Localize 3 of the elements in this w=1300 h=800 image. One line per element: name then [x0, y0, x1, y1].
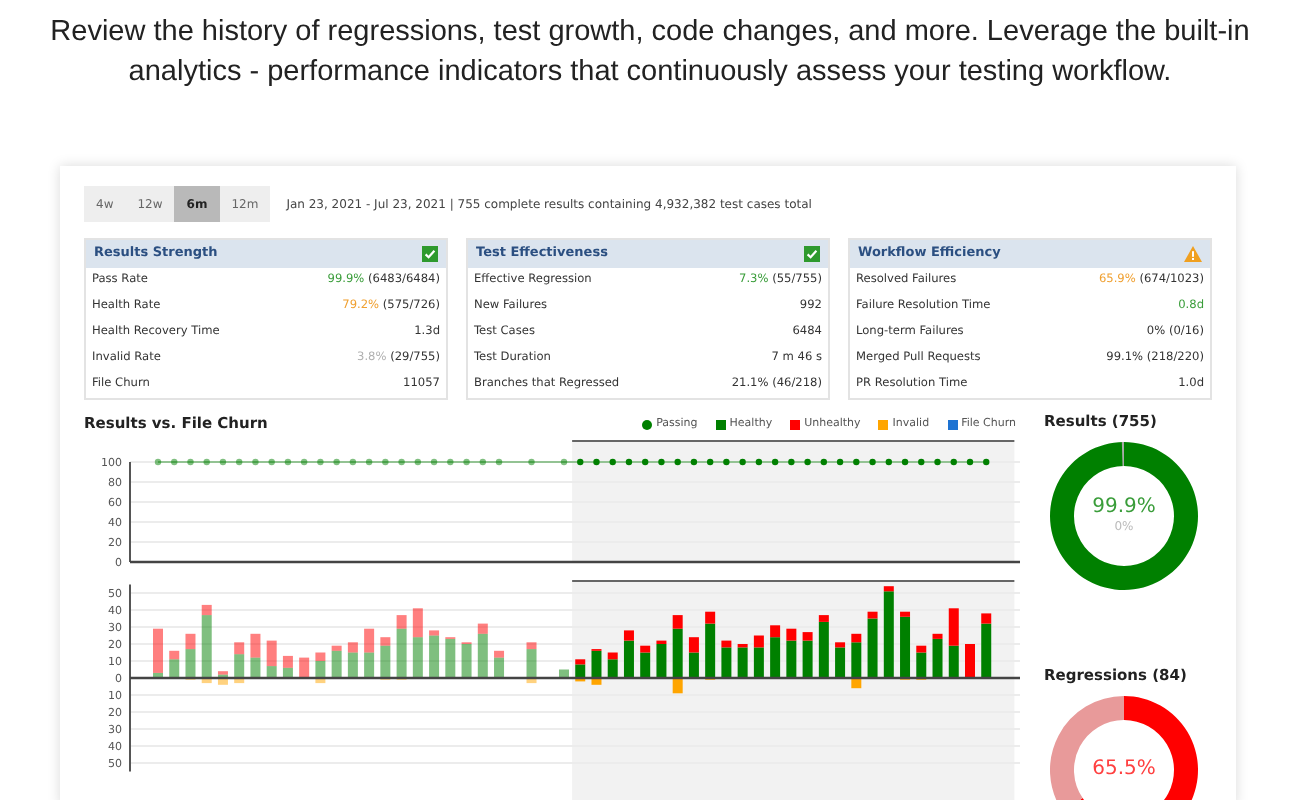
intro-paragraph: Review the history of regressions, test growth, code changes, and more. Leverage the built-in analytics - performance indicators that continuously assess your testing workflow.	[50, 14, 1250, 92]
donut-center-value: 65.5%	[1092, 760, 1156, 780]
donut-center-value: 99.9%	[1092, 498, 1156, 518]
